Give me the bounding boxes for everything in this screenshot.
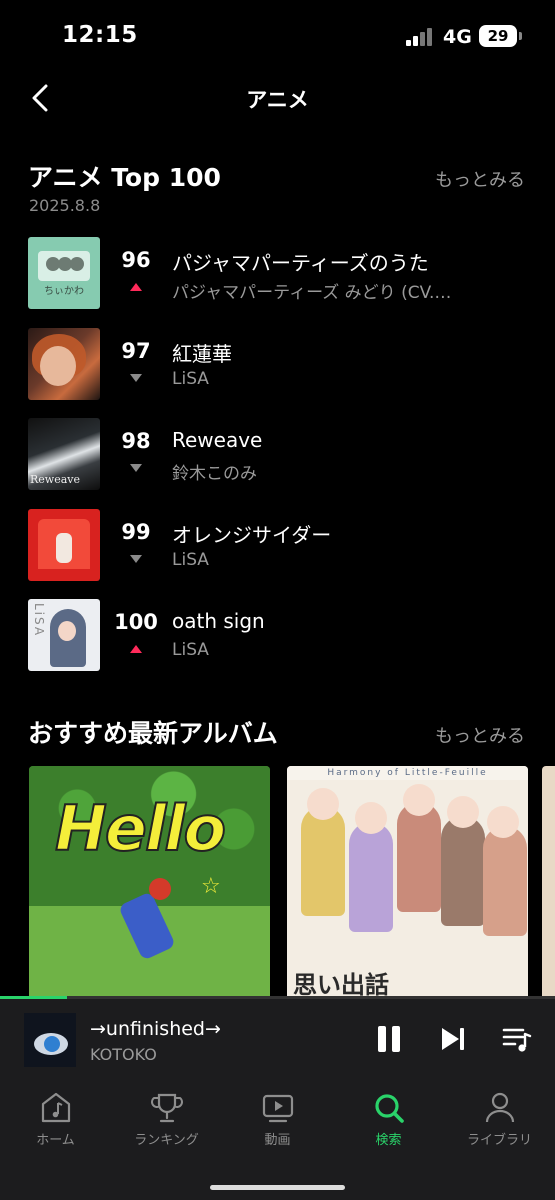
album-cover-text: 思い出話: [293, 971, 389, 998]
pause-button[interactable]: [371, 1021, 407, 1057]
tab-label: ランキング: [134, 1133, 199, 1148]
track-title: Reweave: [172, 428, 263, 452]
pause-icon: [378, 1026, 400, 1052]
trend-up-icon: [130, 283, 142, 291]
search-icon: [374, 1094, 404, 1123]
page-title: アニメ: [246, 88, 309, 112]
tab-label: 動画: [264, 1133, 291, 1148]
video-icon: [262, 1094, 293, 1123]
next-track-button[interactable]: [435, 1021, 471, 1057]
cover-text: LiSA: [32, 603, 46, 638]
album-cover: ちぃかわ: [28, 237, 100, 309]
now-playing-cover: [24, 1013, 76, 1067]
trophy-icon: [150, 1093, 183, 1123]
now-playing-artist: KOTOKO: [90, 1045, 157, 1064]
track-artist: パジャマパーティーズ みどり (CV.…: [172, 283, 452, 303]
status-time: 12:15: [62, 22, 138, 48]
tab-label: ライブラリ: [466, 1133, 532, 1148]
ranking-row[interactable]: Reweave 98 Reweave 鈴木このみ: [0, 413, 555, 504]
ranking-date: 2025.8.8: [29, 196, 101, 215]
queue-button[interactable]: [499, 1021, 535, 1057]
album-card[interactable]: Harmony of Little-Feuille 思い出話: [287, 766, 528, 998]
track-artist: LiSA: [172, 640, 209, 660]
ranking-row[interactable]: 97 紅蓮華 LiSA: [0, 323, 555, 414]
track-title: 紅蓮華: [172, 341, 232, 366]
album-cover: LiSA: [28, 599, 100, 671]
ranking-row[interactable]: 99 オレンジサイダー LiSA: [0, 504, 555, 595]
trend-down-icon: [130, 464, 142, 472]
rank-number: 96: [121, 248, 151, 272]
skip-forward-icon: [442, 1028, 464, 1050]
tab-video[interactable]: 動画: [222, 1091, 333, 1153]
track-title: パジャマパーティーズのうた: [172, 251, 429, 275]
album-card[interactable]: Hello ☆: [29, 766, 270, 998]
tab-label: 検索: [375, 1133, 402, 1148]
album-card[interactable]: [542, 766, 555, 998]
network-type: 4G: [443, 26, 472, 48]
ranking-more-link[interactable]: もっとみる: [435, 166, 525, 192]
track-artist: LiSA: [172, 549, 209, 570]
album-cover: [28, 508, 100, 581]
album-band-text: Harmony of Little-Feuille: [287, 766, 528, 780]
album-cover-text: Hello: [54, 791, 227, 866]
trend-down-icon: [130, 373, 142, 382]
tab-ranking[interactable]: ランキング: [111, 1091, 222, 1153]
track-title: oath sign: [172, 609, 265, 633]
person-icon: [485, 1092, 514, 1123]
battery-level: 29: [487, 27, 509, 45]
cellular-signal-icon: [406, 28, 434, 46]
now-playing-title: →unfinished→: [90, 1018, 221, 1040]
tab-label: ホーム: [36, 1133, 75, 1148]
battery-icon: 29: [479, 25, 522, 47]
ranking-section-title: アニメ Top 100: [28, 163, 221, 192]
recommended-section-title: おすすめ最新アルバム: [28, 719, 278, 748]
album-carousel[interactable]: Hello ☆ Harmony of Little-Feuille 思い出話: [0, 766, 555, 998]
album-cover: Reweave: [28, 418, 100, 490]
ranking-list: ちぃかわ 96 パジャマパーティーズのうた パジャマパーティーズ みどり (CV…: [0, 232, 555, 685]
rank-number: 100: [114, 610, 158, 634]
music-note-icon: [41, 1092, 70, 1123]
tab-library[interactable]: ライブラリ: [444, 1091, 555, 1153]
mini-player[interactable]: →unfinished→ KOTOKO: [0, 999, 555, 1081]
track-title: オレンジサイダー: [172, 522, 332, 547]
status-bar: 12:15 4G 29: [0, 0, 555, 72]
rank-number: 98: [121, 429, 151, 453]
playlist-icon: [502, 1028, 532, 1052]
home-indicator[interactable]: [210, 1185, 345, 1190]
ranking-row[interactable]: LiSA 100 oath sign LiSA: [0, 594, 555, 685]
album-cover: [28, 327, 100, 400]
rank-number: 99: [121, 519, 151, 544]
track-artist: 鈴木このみ: [172, 464, 257, 484]
recommended-more-link[interactable]: もっとみる: [435, 722, 525, 748]
tab-search[interactable]: 検索: [333, 1091, 444, 1153]
cover-text: Reweave: [30, 473, 80, 486]
tab-home[interactable]: ホーム: [0, 1091, 111, 1153]
cover-text: ちぃかわ: [44, 286, 84, 297]
track-artist: LiSA: [172, 368, 209, 389]
tab-bar: ホーム ランキング 動画 検索 ライブラリ: [0, 1081, 555, 1200]
star-icon: ☆: [201, 874, 221, 899]
trend-down-icon: [130, 554, 142, 563]
rank-number: 97: [121, 338, 151, 363]
trend-up-icon: [130, 645, 142, 653]
ranking-row[interactable]: ちぃかわ 96 パジャマパーティーズのうた パジャマパーティーズ みどり (CV…: [0, 232, 555, 323]
